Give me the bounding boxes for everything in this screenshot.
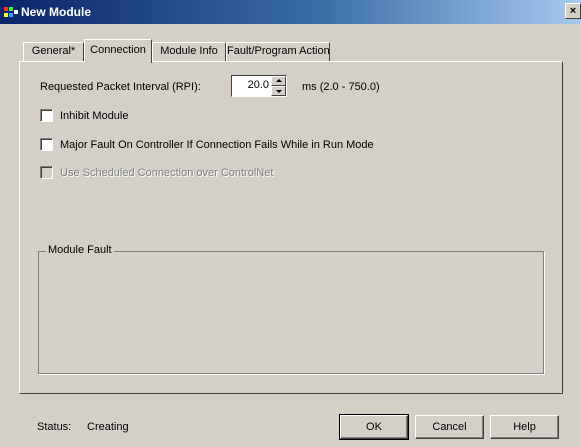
cancel-button[interactable]: Cancel — [415, 415, 484, 439]
module-fault-title: Module Fault — [46, 244, 114, 256]
inhibit-module-checkbox[interactable] — [40, 109, 53, 122]
arrow-up-icon[interactable] — [271, 76, 286, 86]
tab-module-info[interactable]: Module Info — [152, 42, 226, 61]
rpi-label: Requested Packet Interval (RPI): — [40, 81, 201, 93]
rpi-spin-buttons — [271, 76, 286, 96]
arrow-down-icon[interactable] — [271, 86, 286, 96]
help-button[interactable]: Help — [490, 415, 559, 439]
rpi-value[interactable]: 20.0 — [248, 79, 269, 91]
scheduled-connection-label: Use Scheduled Connection over ControlNet — [60, 167, 274, 179]
window-title: New Module — [21, 5, 92, 19]
title-bar[interactable]: New Module × — [0, 0, 581, 24]
app-icon — [4, 5, 18, 19]
status-value: Creating — [87, 421, 129, 433]
tab-connection[interactable]: Connection — [84, 39, 152, 63]
tab-fault-program-action[interactable]: Fault/Program Action — [226, 42, 330, 61]
rpi-range-label: ms (2.0 - 750.0) — [302, 81, 380, 93]
close-icon[interactable]: × — [565, 3, 581, 19]
scheduled-connection-checkbox — [40, 166, 53, 179]
inhibit-module-label: Inhibit Module — [60, 110, 129, 122]
ok-button[interactable]: OK — [339, 414, 409, 440]
module-fault-group — [38, 251, 544, 374]
status-label: Status: — [37, 421, 72, 433]
major-fault-label: Major Fault On Controller If Connection … — [60, 139, 374, 151]
major-fault-checkbox[interactable] — [40, 138, 53, 151]
tab-general[interactable]: General* — [23, 42, 84, 61]
rpi-spinbox[interactable]: 20.0 — [231, 75, 287, 97]
